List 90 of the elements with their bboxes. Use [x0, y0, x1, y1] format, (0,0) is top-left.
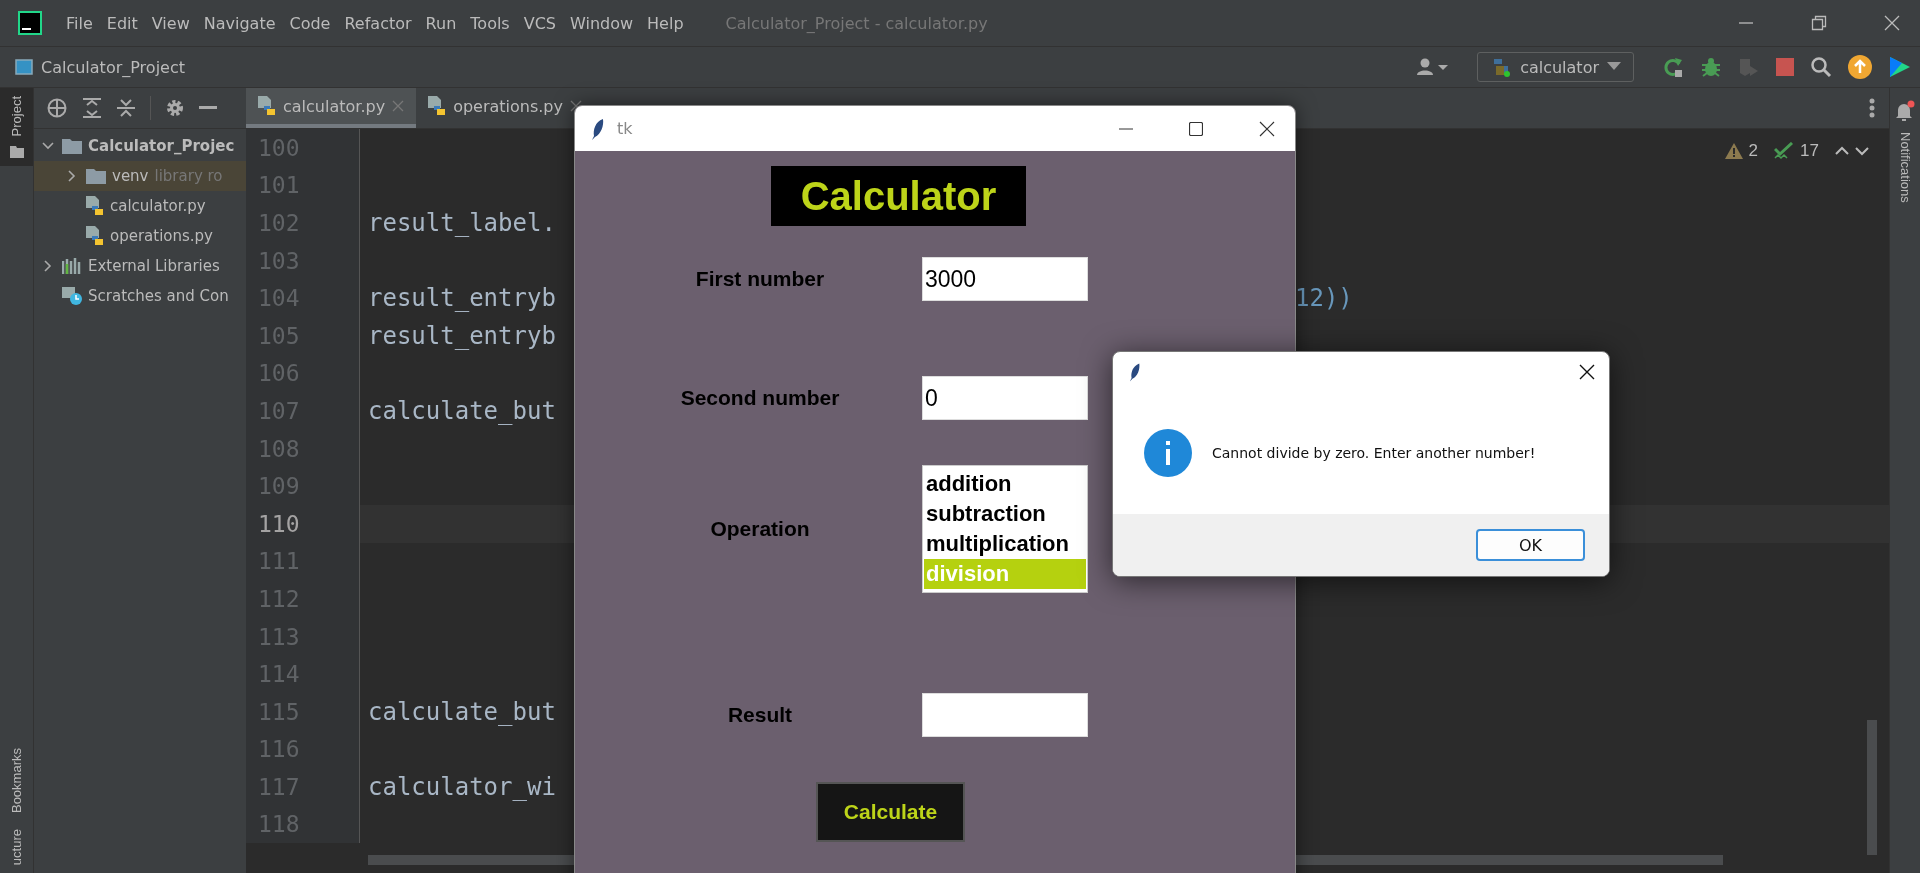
calculate-button[interactable]: Calculate [816, 782, 965, 842]
chevron-up-icon[interactable] [1835, 146, 1849, 156]
library-icon [62, 258, 82, 274]
field-label: Result [726, 703, 794, 727]
window-title: tk [617, 119, 633, 138]
tree-item[interactable]: calculator.py [34, 191, 246, 221]
warning-icon [1724, 143, 1743, 159]
code-line: result_entryb [368, 284, 556, 313]
users-icon[interactable] [1415, 57, 1450, 77]
ok-button[interactable]: OK [1476, 529, 1585, 561]
toolbox-logo-icon[interactable] [1888, 55, 1910, 79]
maximize-icon[interactable] [1189, 121, 1203, 136]
window-title: Calculator_Project - calculator.py [725, 13, 988, 33]
tree-item[interactable]: External Libraries [34, 251, 246, 281]
bug-icon[interactable] [1700, 56, 1722, 78]
python-file-icon [428, 96, 447, 116]
tool-window-tab[interactable]: Project [0, 88, 33, 167]
update-icon[interactable] [1848, 55, 1872, 79]
minimize-panel-icon[interactable] [199, 106, 217, 110]
check-icon [1774, 142, 1795, 160]
scratch-clock-icon [62, 287, 82, 305]
field-label: First number [694, 267, 826, 291]
settings-icon[interactable] [165, 98, 185, 118]
menu-item[interactable]: View [151, 13, 190, 33]
info-icon [1144, 429, 1192, 477]
field-label: Second number [679, 386, 841, 410]
input-field[interactable]: 0 [922, 376, 1088, 420]
check-count[interactable]: 17 [1800, 141, 1819, 161]
expand-all-icon[interactable] [82, 97, 102, 119]
input-field[interactable] [922, 693, 1088, 737]
line-number: 110 [257, 510, 301, 537]
tool-window-tab[interactable]: Notifications [1897, 132, 1913, 203]
tree-item[interactable]: Calculator_Projec [34, 131, 246, 161]
list-option[interactable]: multiplication [924, 529, 1086, 559]
dialog-message: Cannot divide by zero. Enter another number! [1212, 445, 1536, 461]
tool-window-tab[interactable]: Bookmarks [0, 739, 33, 821]
vertical-scrollbar[interactable] [1867, 720, 1877, 855]
tree-item[interactable]: Scratches and Con [34, 281, 246, 311]
menu-item[interactable]: Run [425, 13, 457, 33]
code-line: result_label. [368, 209, 556, 237]
folder-icon [62, 138, 82, 154]
tool-window-tab[interactable]: ucture [0, 820, 33, 873]
editor-tab[interactable]: operations.py [416, 88, 594, 128]
search-icon[interactable] [1810, 56, 1832, 78]
code-line: calculate_but [368, 396, 556, 425]
code-line: calculator_wi [368, 772, 556, 801]
collapse-all-icon[interactable] [116, 97, 136, 119]
menu-item[interactable]: Window [570, 13, 634, 33]
caret-icon [1607, 62, 1621, 72]
menu-item[interactable]: Refactor [344, 13, 412, 33]
app-heading: Calculator [771, 166, 1026, 226]
code-line: calculate_but [368, 697, 556, 726]
feather-icon [591, 117, 605, 140]
locate-icon[interactable] [46, 97, 68, 119]
menu-item[interactable]: Tools [470, 13, 510, 33]
bell-icon[interactable] [1895, 100, 1915, 122]
python-file-icon [86, 196, 104, 216]
code-line: result_entryb [368, 321, 556, 350]
app-logo-icon [18, 11, 42, 35]
editor-tab[interactable]: calculator.py [246, 88, 417, 128]
run-configuration-dropdown[interactable]: calculator [1477, 52, 1634, 82]
tree-item[interactable]: venv library ro [34, 161, 246, 191]
restore-icon[interactable] [1811, 15, 1827, 31]
warning-count[interactable]: 2 [1748, 141, 1759, 161]
folder-icon [86, 168, 106, 184]
folder-icon [9, 146, 24, 159]
menu-item[interactable]: File [66, 13, 93, 33]
list-option[interactable]: subtraction [924, 499, 1086, 529]
menu-item[interactable]: Edit [106, 13, 138, 33]
tree-item[interactable]: operations.py [34, 221, 246, 251]
chevron-icon[interactable] [42, 260, 54, 272]
code-fragment: 12)) [1295, 284, 1353, 313]
python-file-icon [86, 226, 104, 246]
input-field[interactable]: 3000 [922, 257, 1088, 301]
menu-item[interactable]: Code [289, 13, 331, 33]
list-option[interactable]: addition [924, 469, 1086, 499]
close-icon[interactable] [1579, 364, 1595, 380]
feather-icon [1129, 362, 1141, 382]
field-label: Operation [709, 517, 811, 541]
chevron-down-icon[interactable] [1855, 146, 1869, 156]
python-file-icon [258, 96, 276, 116]
chevron-icon[interactable] [42, 140, 54, 152]
more-icon[interactable] [1869, 98, 1875, 118]
breadcrumb[interactable]: Calculator_Project [41, 57, 185, 77]
chevron-icon[interactable] [66, 170, 78, 182]
menu-item[interactable]: Help [647, 13, 684, 33]
rerun-icon[interactable] [1662, 56, 1684, 78]
menu-item[interactable]: VCS [523, 13, 556, 33]
menu-item[interactable]: Navigate [203, 13, 276, 33]
close-icon[interactable] [1259, 120, 1275, 137]
